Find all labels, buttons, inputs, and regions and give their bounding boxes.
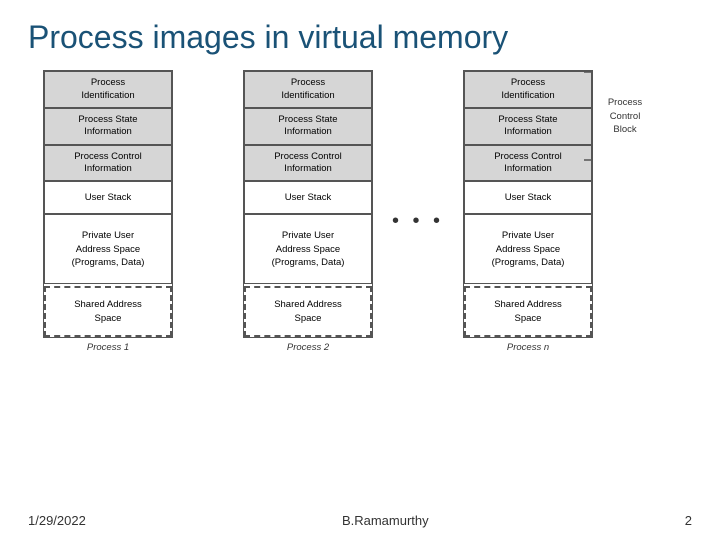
p2-state: Process StateInformation [244, 108, 372, 145]
p2-label: Process 2 [287, 342, 329, 353]
p1-state: Process StateInformation [44, 108, 172, 145]
pn-label: Process n [507, 342, 549, 353]
p1-shared: Shared AddressSpace [44, 286, 172, 337]
pn-identification: ProcessIdentification [464, 71, 592, 108]
footer-author: B.Ramamurthy [342, 513, 429, 528]
pn-state: Process StateInformation [464, 108, 592, 145]
p2-user-stack: User Stack [244, 181, 372, 214]
p1-user-stack: User Stack [44, 181, 172, 214]
process-column-1: ProcessIdentification Process StateInfor… [28, 70, 188, 353]
p1-identification: ProcessIdentification [44, 71, 172, 108]
p1-private: Private UserAddress Space(Programs, Data… [44, 214, 172, 284]
three-columns: ProcessIdentification Process StateInfor… [28, 70, 608, 353]
dots-separator: • • • [388, 70, 448, 233]
footer: 1/29/2022 B.Ramamurthy 2 [28, 513, 692, 528]
pn-control: Process ControlInformation [464, 145, 592, 182]
process-box-2: ProcessIdentification Process StateInfor… [243, 70, 373, 338]
p2-shared: Shared AddressSpace [244, 286, 372, 337]
p2-private: Private UserAddress Space(Programs, Data… [244, 214, 372, 284]
process-box-1: ProcessIdentification Process StateInfor… [43, 70, 173, 338]
process-box-n: ProcessIdentification Process StateInfor… [463, 70, 593, 338]
page-title: Process images in virtual memory [28, 18, 692, 56]
p2-control: Process ControlInformation [244, 145, 372, 182]
p2-identification: ProcessIdentification [244, 71, 372, 108]
process-column-2: ProcessIdentification Process StateInfor… [228, 70, 388, 353]
columns-and-bracket: ProcessIdentification Process StateInfor… [28, 70, 608, 353]
pcb-block-label: Process Control Block [599, 96, 651, 136]
pcb-bracket: Process Control Block [582, 70, 651, 162]
pn-user-stack: User Stack [464, 181, 592, 214]
pn-private: Private UserAddress Space(Programs, Data… [464, 214, 592, 284]
footer-date: 1/29/2022 [28, 513, 86, 528]
main-content: ProcessIdentification Process StateInfor… [28, 70, 692, 353]
p1-control: Process ControlInformation [44, 145, 172, 182]
footer-page: 2 [685, 513, 692, 528]
pn-shared: Shared AddressSpace [464, 286, 592, 337]
slide: Process images in virtual memory Process… [0, 0, 720, 540]
process-column-n: ProcessIdentification Process StateInfor… [448, 70, 608, 353]
p1-label: Process 1 [87, 342, 129, 353]
bracket-svg [582, 70, 596, 162]
